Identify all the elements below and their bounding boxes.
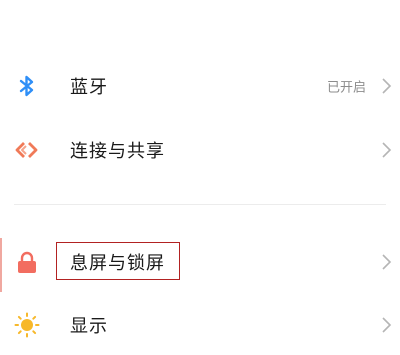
settings-item-connection-sharing[interactable]: 连接与共享 (0, 120, 400, 180)
bluetooth-status: 已开启 (326, 80, 366, 96)
chevron-right-icon (382, 142, 392, 158)
sun-icon (14, 312, 40, 338)
chevron-right-icon (382, 317, 392, 333)
section-divider (14, 204, 386, 205)
settings-item-display[interactable]: 显示 (0, 295, 400, 355)
lock-icon (18, 251, 36, 273)
settings-item-bluetooth[interactable]: 蓝牙 已开启 (0, 56, 400, 116)
settings-item-label: 连接与共享 (70, 141, 165, 162)
chevron-right-icon (382, 78, 392, 94)
chevron-right-icon (382, 254, 392, 270)
settings-item-label: 显示 (70, 316, 108, 337)
bluetooth-icon (19, 75, 34, 97)
connection-sharing-icon (15, 142, 38, 158)
highlight-box (56, 242, 180, 280)
settings-item-label: 蓝牙 (70, 77, 108, 98)
